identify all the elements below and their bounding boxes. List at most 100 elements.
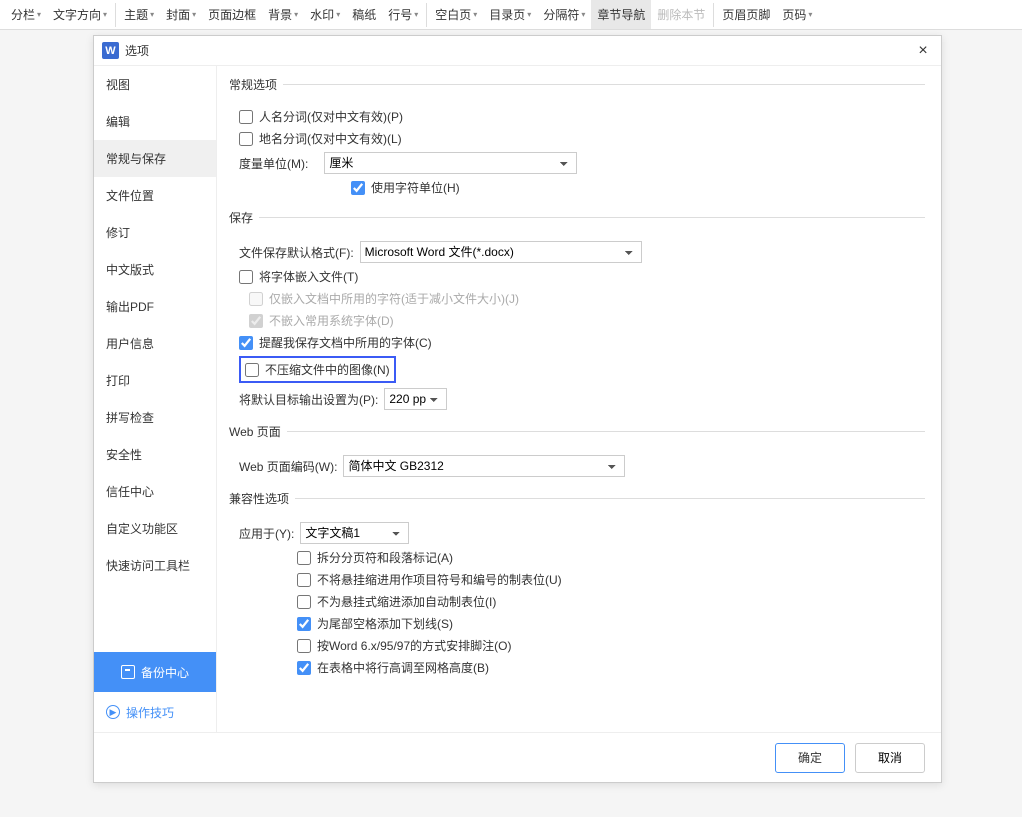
- sidebar-item[interactable]: 自定义功能区: [94, 510, 216, 547]
- ribbon-item[interactable]: 背景▾: [262, 0, 304, 29]
- dialog-body: 视图编辑常规与保存文件位置修订中文版式输出PDF用户信息打印拼写检查安全性信任中…: [94, 66, 941, 732]
- dialog-titlebar: W 选项 ×: [94, 36, 941, 66]
- ribbon-item-label: 文字方向: [53, 6, 101, 23]
- ribbon-item-label: 水印: [310, 6, 334, 23]
- no-hang-tab-label: 不将悬挂缩进用作项目符号和编号的制表位(U): [317, 571, 562, 588]
- ribbon-item[interactable]: 文字方向▾: [47, 0, 113, 29]
- ribbon-item[interactable]: 空白页▾: [429, 0, 483, 29]
- underline-trail-label: 为尾部空格添加下划线(S): [317, 615, 453, 632]
- sidebar-item[interactable]: 信任中心: [94, 473, 216, 510]
- sidebar-item[interactable]: 文件位置: [94, 177, 216, 214]
- ribbon-toolbar: 分栏▾文字方向▾主题▾封面▾页面边框背景▾水印▾稿纸行号▾空白页▾目录页▾分隔符…: [0, 0, 1022, 30]
- ribbon-item-label: 目录页: [489, 6, 525, 23]
- remind-fonts-checkbox[interactable]: [239, 336, 253, 350]
- backup-label: 备份中心: [141, 664, 189, 681]
- web-legend: Web 页面: [229, 423, 287, 440]
- use-char-unit-checkbox[interactable]: [351, 181, 365, 195]
- ribbon-item[interactable]: 分栏▾: [5, 0, 47, 29]
- dialog-title: 选项: [125, 42, 913, 59]
- sidebar-item[interactable]: 用户信息: [94, 325, 216, 362]
- grid-height-label: 在表格中将行高调至网格高度(B): [317, 659, 489, 676]
- ribbon-item-label: 章节导航: [597, 6, 645, 23]
- place-segment-label: 地名分词(仅对中文有效)(L): [259, 130, 402, 147]
- sidebar-item[interactable]: 中文版式: [94, 251, 216, 288]
- sidebar-item[interactable]: 修订: [94, 214, 216, 251]
- ribbon-item[interactable]: 目录页▾: [483, 0, 537, 29]
- ribbon-separator: [115, 3, 116, 27]
- ribbon-item[interactable]: 主题▾: [118, 0, 160, 29]
- no-hang-tab-checkbox[interactable]: [297, 573, 311, 587]
- sidebar-item[interactable]: 快速访问工具栏: [94, 547, 216, 584]
- grid-height-checkbox[interactable]: [297, 661, 311, 675]
- ribbon-item[interactable]: 分隔符▾: [537, 0, 591, 29]
- no-embed-sys-row: 不嵌入常用系统字体(D): [249, 312, 925, 329]
- ribbon-item-label: 页眉页脚: [722, 6, 770, 23]
- sidebar-item[interactable]: 拼写检查: [94, 399, 216, 436]
- chevron-down-icon: ▾: [103, 10, 107, 19]
- use-char-unit-label: 使用字符单位(H): [371, 179, 460, 196]
- chevron-down-icon: ▾: [581, 10, 585, 19]
- unit-select[interactable]: 厘米: [324, 152, 577, 174]
- sidebar-item[interactable]: 常规与保存: [94, 140, 216, 177]
- ribbon-item[interactable]: 页眉页脚: [716, 0, 776, 29]
- no-auto-tab-checkbox[interactable]: [297, 595, 311, 609]
- underline-trail-checkbox[interactable]: [297, 617, 311, 631]
- grid-height-row: 在表格中将行高调至网格高度(B): [297, 659, 925, 676]
- ribbon-item-label: 页面边框: [208, 6, 256, 23]
- apply-to-select[interactable]: 文字文稿1: [300, 522, 409, 544]
- word6-footnote-row: 按Word 6.x/95/97的方式安排脚注(O): [297, 637, 925, 654]
- name-segment-checkbox[interactable]: [239, 110, 253, 124]
- sidebar-item[interactable]: 视图: [94, 66, 216, 103]
- backup-icon: [121, 665, 135, 679]
- ribbon-item[interactable]: 章节导航: [591, 0, 651, 29]
- ribbon-item-label: 封面: [166, 6, 190, 23]
- default-format-select[interactable]: Microsoft Word 文件(*.docx): [360, 241, 642, 263]
- split-break-checkbox[interactable]: [297, 551, 311, 565]
- char-unit-row: 使用字符单位(H): [351, 179, 925, 196]
- underline-trail-row: 为尾部空格添加下划线(S): [297, 615, 925, 632]
- ok-button[interactable]: 确定: [775, 743, 845, 773]
- sidebar-item[interactable]: 编辑: [94, 103, 216, 140]
- general-legend: 常规选项: [229, 76, 283, 93]
- app-icon: W: [102, 42, 119, 59]
- no-compress-images-checkbox[interactable]: [245, 363, 259, 377]
- ribbon-item[interactable]: 水印▾: [304, 0, 346, 29]
- close-icon[interactable]: ×: [913, 42, 933, 60]
- remind-fonts-row: 提醒我保存文档中所用的字体(C): [239, 334, 925, 351]
- embed-fonts-label: 将字体嵌入文件(T): [259, 268, 358, 285]
- ribbon-item: 删除本节: [651, 0, 711, 29]
- no-compress-row: 不压缩文件中的图像(N): [239, 356, 925, 383]
- ribbon-item[interactable]: 稿纸: [346, 0, 382, 29]
- operation-tips-link[interactable]: ▶ 操作技巧: [94, 692, 216, 732]
- sidebar-item[interactable]: 安全性: [94, 436, 216, 473]
- unit-row: 度量单位(M): 厘米: [239, 152, 925, 174]
- sidebar: 视图编辑常规与保存文件位置修订中文版式输出PDF用户信息打印拼写检查安全性信任中…: [94, 66, 217, 732]
- sidebar-item[interactable]: 输出PDF: [94, 288, 216, 325]
- apply-to-label: 应用于(Y):: [239, 525, 294, 542]
- save-group: 保存 文件保存默认格式(F): Microsoft Word 文件(*.docx…: [229, 209, 925, 415]
- dialog-footer: 确定 取消: [94, 732, 941, 782]
- no-embed-sys-label: 不嵌入常用系统字体(D): [269, 312, 394, 329]
- encoding-select[interactable]: 简体中文 GB2312: [343, 455, 625, 477]
- ribbon-item[interactable]: 行号▾: [382, 0, 424, 29]
- place-segment-checkbox[interactable]: [239, 132, 253, 146]
- cancel-button[interactable]: 取消: [855, 743, 925, 773]
- backup-center-button[interactable]: 备份中心: [94, 652, 216, 692]
- ribbon-item[interactable]: 封面▾: [160, 0, 202, 29]
- word6-footnote-checkbox[interactable]: [297, 639, 311, 653]
- format-label: 文件保存默认格式(F):: [239, 244, 354, 261]
- sidebar-item[interactable]: 打印: [94, 362, 216, 399]
- tips-icon: ▶: [106, 705, 120, 719]
- ribbon-item-label: 空白页: [435, 6, 471, 23]
- options-dialog: W 选项 × 视图编辑常规与保存文件位置修订中文版式输出PDF用户信息打印拼写检…: [93, 35, 942, 783]
- embed-fonts-checkbox[interactable]: [239, 270, 253, 284]
- default-output-select[interactable]: 220 ppi: [384, 388, 447, 410]
- ribbon-item[interactable]: 页码▾: [776, 0, 818, 29]
- ribbon-item-label: 分隔符: [543, 6, 579, 23]
- ribbon-item[interactable]: 页面边框: [202, 0, 262, 29]
- ribbon-separator: [426, 3, 427, 27]
- chevron-down-icon: ▾: [192, 10, 196, 19]
- web-group: Web 页面 Web 页面编码(W): 简体中文 GB2312: [229, 423, 925, 482]
- embed-only-used-row: 仅嵌入文档中所用的字符(适于减小文件大小)(J): [249, 290, 925, 307]
- sidebar-list: 视图编辑常规与保存文件位置修订中文版式输出PDF用户信息打印拼写检查安全性信任中…: [94, 66, 216, 652]
